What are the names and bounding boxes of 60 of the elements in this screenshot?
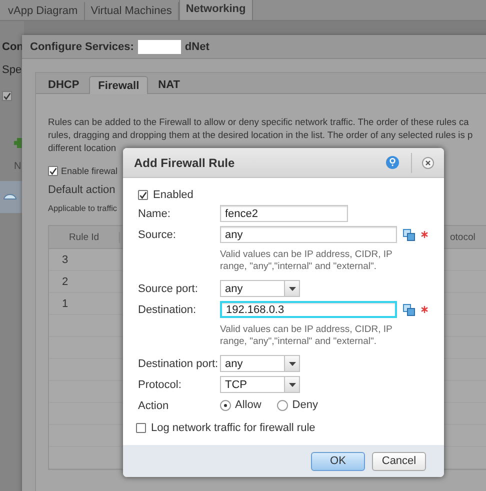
table-cell: 1 — [62, 298, 68, 310]
table-cell: 3 — [62, 254, 68, 266]
ok-button[interactable]: OK — [311, 452, 365, 470]
address-field[interactable]: 192.168.0.3 — [220, 301, 397, 318]
checkbox[interactable] — [2, 91, 12, 101]
network-icon — [3, 192, 17, 200]
cancel-button[interactable]: Cancel — [372, 452, 426, 470]
caret-icon[interactable] — [288, 362, 296, 366]
field-label: Destination: — [138, 303, 198, 316]
description-text: rules, dragging and dropping them at the desired location in the list. The order of any selected rules is p — [48, 129, 474, 141]
column-header[interactable]: Rule Id — [49, 232, 120, 242]
help-icon[interactable] — [386, 156, 399, 169]
name-field[interactable]: fence2 — [220, 205, 348, 222]
description-text: different location — [48, 142, 118, 154]
dialog-title: Add Firewall Rule — [134, 156, 236, 170]
dropdown[interactable]: TCP — [220, 376, 300, 393]
hint-text: Valid values can be IP address, CIDR, IP range, "any","internal" and "external". — [220, 324, 394, 348]
field-label: Applicable to traffic — [48, 204, 118, 213]
column-header[interactable]: otocol — [450, 232, 486, 242]
panel-title: Con — [2, 41, 24, 53]
tab[interactable]: NAT — [150, 76, 188, 93]
copy-icon[interactable] — [403, 228, 415, 240]
column-header: N — [14, 161, 22, 172]
radio-button[interactable] — [220, 400, 231, 410]
checkbox-label: Enabled — [153, 189, 194, 201]
caret-icon[interactable] — [288, 382, 296, 386]
field-label: Action — [138, 399, 170, 412]
copy-icon[interactable] — [403, 304, 415, 316]
table-cell: 2 — [62, 276, 68, 288]
checkbox[interactable] — [136, 423, 146, 433]
dialog-title-suffix: dNet — [184, 40, 210, 52]
radio-option[interactable]: Allow — [220, 399, 262, 411]
dropdown[interactable]: any — [220, 355, 300, 372]
radio-option[interactable]: Deny — [277, 399, 318, 411]
field-label: Source: — [138, 228, 177, 241]
field-label: Default action — [48, 184, 116, 196]
required-icon — [421, 231, 428, 238]
checkbox-label: Enable firewal — [61, 166, 118, 176]
caret-icon[interactable] — [288, 286, 296, 290]
field-label: Source port: — [138, 282, 199, 295]
field-label: Destination port: — [138, 357, 220, 370]
redaction-block — [138, 40, 181, 54]
hint-text: Valid values can be IP address, CIDR, IP range, "any","internal" and "external". — [220, 249, 394, 273]
field-label: Name: — [138, 207, 172, 220]
close-icon[interactable] — [422, 156, 434, 168]
address-field[interactable]: any — [220, 226, 397, 243]
checkbox-label: Log network traffic for firewall rule — [151, 422, 316, 434]
panel-subtitle: Spe — [2, 64, 22, 76]
dialog-title: Configure Services: — [30, 40, 134, 52]
app-tab[interactable]: vApp Diagram — [2, 2, 85, 20]
radio-button[interactable] — [277, 400, 288, 410]
field-label: Protocol: — [138, 378, 182, 391]
checkbox[interactable] — [138, 190, 148, 200]
tab[interactable]: DHCP — [40, 76, 88, 93]
app-tab[interactable]: Networking — [178, 0, 253, 20]
tab[interactable]: Firewall — [89, 76, 148, 94]
dropdown[interactable]: any — [220, 280, 300, 297]
required-icon — [421, 306, 428, 313]
description-text: Rules can be added to the Firewall to allow or deny specific network traffic. The order of these rules ca — [48, 116, 470, 128]
checkbox[interactable] — [48, 166, 58, 176]
